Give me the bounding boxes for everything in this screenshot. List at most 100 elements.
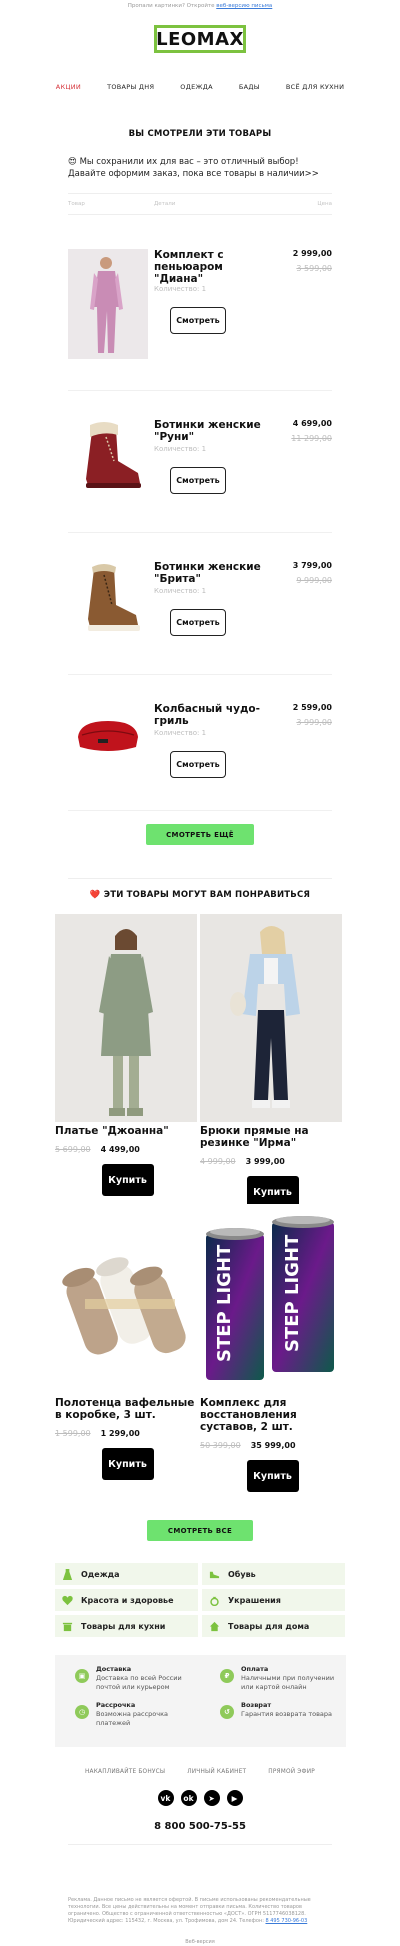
product-old-price: 9 999,00	[296, 576, 332, 585]
return-icon: ↺	[220, 1705, 234, 1719]
nav-item-kitchen[interactable]: ВСЁ ДЛЯ КУХНИ	[273, 83, 357, 91]
product-old-price: 11 299,00	[291, 434, 332, 443]
phone-number[interactable]: 8 800 500-75-55	[0, 1821, 400, 1832]
nav-item-deals[interactable]: ТОВАРЫ ДНЯ	[94, 83, 167, 91]
product-old-price: 3 599,00	[296, 264, 332, 273]
product-image-steplight[interactable]: STEP LIGHT STEP LIGHT	[200, 1204, 342, 1394]
viewed-title: ВЫ СМОТРЕЛИ ЭТИ ТОВАРЫ	[128, 129, 272, 139]
view-button[interactable]: Смотреть	[170, 307, 226, 334]
buy-button[interactable]: Купить	[246, 1460, 299, 1492]
product-qty: Количество: 1	[154, 445, 207, 453]
product-image-brita-boots[interactable]	[68, 533, 148, 643]
see-all-button[interactable]: СМОТРЕТЬ ВСЕ	[147, 1520, 253, 1541]
header-product: Товар	[68, 201, 85, 207]
recommend-name[interactable]: Брюки прямые на резинке "Ирма"	[200, 1125, 345, 1149]
product-image-grill[interactable]	[68, 675, 148, 785]
web-version-footer-link[interactable]: Веб-версия	[0, 1939, 400, 1945]
product-qty: Количество: 1	[154, 587, 207, 595]
telegram-icon[interactable]: ➤	[203, 1790, 220, 1806]
footer-links: НАКАПЛИВАЙТЕ БОНУСЫ ЛИЧНЫЙ КАБИНЕТ ПРЯМО…	[0, 1769, 400, 1775]
info-title: Возврат	[241, 1701, 272, 1709]
category-home[interactable]: Товары для дома	[202, 1615, 345, 1637]
product-name[interactable]: Ботинки женские "Руни"	[154, 419, 272, 443]
pot-icon	[62, 1622, 73, 1631]
product-qty: Количество: 1	[154, 729, 207, 737]
recommend-name[interactable]: Полотенца вафельные в коробке, 3 шт.	[55, 1397, 200, 1421]
new-price: 35 999,00	[250, 1441, 296, 1450]
old-price: 1 599,00	[55, 1429, 91, 1438]
viewed-product: Комплект с пеньюаром "Диана" Количество:…	[68, 249, 332, 391]
header-price: Цена	[317, 201, 332, 207]
buy-button[interactable]: Купить	[101, 1164, 154, 1196]
legal-text: Реклама. Данное письмо не является оферт…	[68, 1897, 332, 1925]
info-title: Рассрочка	[96, 1701, 136, 1709]
recommend-grid: Платье "Джоанна" 5 699,00 4 499,00 Купит…	[55, 914, 346, 1498]
product-image-pants[interactable]	[200, 914, 342, 1122]
view-button[interactable]: Смотреть	[170, 751, 226, 778]
can-label-right: STEP LIGHT	[282, 1234, 303, 1352]
nav-item-promo[interactable]: АКЦИИ	[43, 83, 94, 91]
category-clothes[interactable]: Одежда	[55, 1563, 198, 1585]
old-price: 5 699,00	[55, 1145, 91, 1154]
info-installment: ◷ Рассрочка Возможна рассрочка платежей	[55, 1701, 200, 1728]
web-version-link[interactable]: веб-версию письма	[216, 3, 272, 9]
category-kitchen[interactable]: Товары для кухни	[55, 1615, 198, 1637]
recommend-card: Брюки прямые на резинке "Ирма" 4 999,00 …	[200, 914, 345, 1208]
viewed-product: Колбасный чудо-гриль Количество: 1 2 599…	[68, 675, 332, 811]
header-details: Детали	[154, 201, 176, 207]
product-image-towels[interactable]	[55, 1204, 197, 1394]
link-account[interactable]: ЛИЧНЫЙ КАБИНЕТ	[187, 1769, 246, 1775]
dress-icon	[62, 1568, 73, 1580]
view-button[interactable]: Смотреть	[170, 467, 226, 494]
new-price: 1 299,00	[100, 1429, 140, 1438]
product-image-dress[interactable]	[55, 914, 197, 1122]
product-name[interactable]: Ботинки женские "Брита"	[154, 561, 272, 585]
product-image-runi-boots[interactable]	[68, 391, 148, 501]
leomax-logo[interactable]: LEOMAX	[154, 25, 246, 53]
divider	[68, 878, 332, 879]
buy-button[interactable]: Купить	[101, 1448, 154, 1480]
preheader: Пропали картинки? Откройте веб-версию пи…	[0, 0, 400, 12]
recommend-prices: 50 399,00 35 999,00	[200, 1441, 345, 1450]
nav-item-clothes[interactable]: ОДЕЖДА	[167, 83, 226, 91]
shoe-icon	[209, 1571, 220, 1578]
category-beauty[interactable]: Красота и здоровье	[55, 1589, 198, 1611]
vk-icon[interactable]: vk	[157, 1790, 174, 1806]
social-icons: vk ok ➤ ▶	[0, 1790, 400, 1806]
category-jewelry[interactable]: Украшения	[202, 1589, 345, 1611]
new-price: 4 499,00	[100, 1145, 140, 1154]
product-qty: Количество: 1	[154, 285, 207, 293]
info-text: Наличными при получении или картой онлай…	[241, 1674, 335, 1691]
youtube-icon[interactable]: ▶	[226, 1790, 243, 1806]
view-button[interactable]: Смотреть	[170, 609, 226, 636]
recommend-name[interactable]: Комплекс для восстановления суставов, 2 …	[200, 1397, 345, 1433]
nav-item-supplements[interactable]: БАДЫ	[226, 83, 273, 91]
legal-phone-link[interactable]: 8 495 730-96-03	[265, 1918, 307, 1924]
recommend-title: ❤️ ЭТИ ТОВАРЫ МОГУТ ВАМ ПОНРАВИТЬСЯ	[89, 890, 311, 900]
recommend-prices: 1 599,00 1 299,00	[55, 1429, 200, 1438]
link-bonuses[interactable]: НАКАПЛИВАЙТЕ БОНУСЫ	[85, 1769, 165, 1775]
can-label-left: STEP LIGHT	[214, 1244, 235, 1362]
category-label: Одежда	[81, 1569, 120, 1579]
product-name[interactable]: Комплект с пеньюаром "Диана"	[154, 249, 272, 285]
info-title: Оплата	[241, 1665, 269, 1673]
category-label: Обувь	[228, 1569, 256, 1579]
new-price: 3 999,00	[245, 1157, 285, 1166]
product-name[interactable]: Колбасный чудо-гриль	[154, 703, 272, 727]
ok-icon[interactable]: ok	[180, 1790, 197, 1806]
product-image-diana-set[interactable]	[68, 249, 148, 359]
see-more-button[interactable]: СМОТРЕТЬ ЕЩЁ	[146, 824, 254, 845]
product-old-price: 3 999,00	[296, 718, 332, 727]
logo-wrap: LEOMAX	[0, 12, 400, 53]
products-table-header: Товар Детали Цена	[68, 193, 332, 215]
recommend-card: STEP LIGHT STEP LIGHT Комплекс для восст…	[200, 1204, 345, 1498]
link-live[interactable]: ПРЯМОЙ ЭФИР	[268, 1769, 315, 1775]
viewed-intro: 😍 Мы сохранили их для вас – это отличный…	[68, 157, 319, 179]
category-shoes[interactable]: Обувь	[202, 1563, 345, 1585]
info-title: Доставка	[96, 1665, 132, 1673]
preheader-text: Пропали картинки? Откройте	[127, 3, 215, 9]
recommend-prices: 5 699,00 4 499,00	[55, 1145, 200, 1154]
old-price: 4 999,00	[200, 1157, 236, 1166]
viewed-product: Ботинки женские "Руни" Количество: 1 4 6…	[68, 391, 332, 533]
recommend-name[interactable]: Платье "Джоанна"	[55, 1125, 200, 1137]
